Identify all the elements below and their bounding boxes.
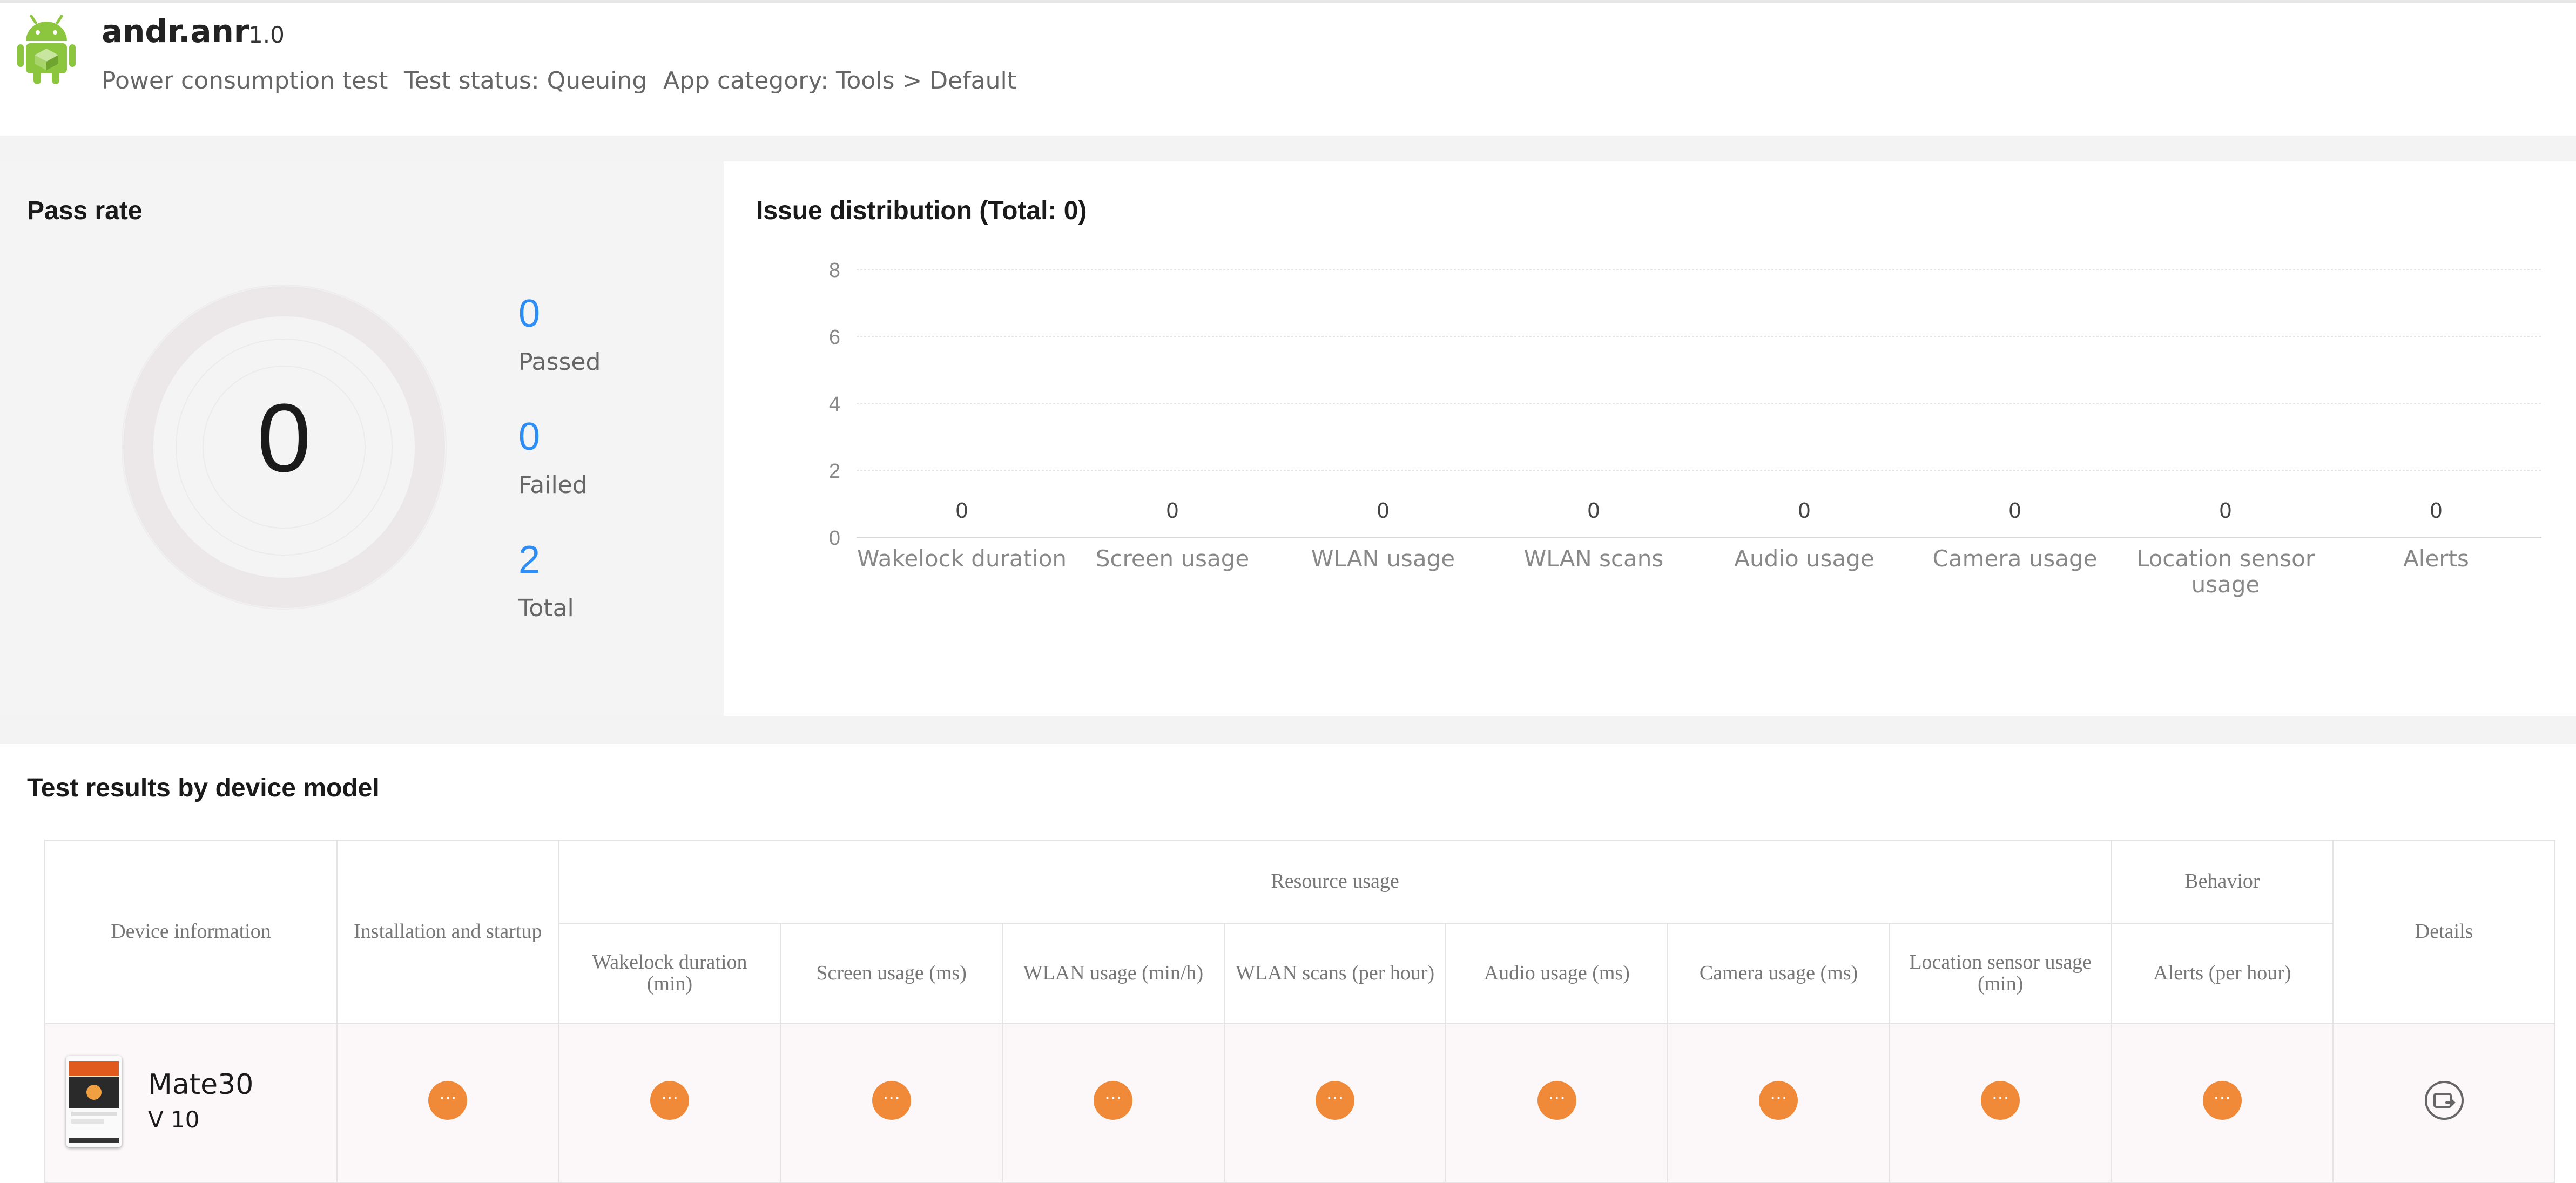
- x-tick-label: Screen usage: [1096, 545, 1249, 572]
- pending-dots-icon[interactable]: ···: [1094, 1081, 1133, 1120]
- total-count: 2: [518, 538, 541, 582]
- failed-count: 0: [518, 415, 541, 458]
- pending-dots-icon[interactable]: ···: [872, 1081, 911, 1120]
- device-version: V 10: [148, 1106, 200, 1133]
- app-header: andr.anr 1.0 Power consumption test Test…: [0, 3, 2576, 136]
- x-tick-label: WLAN scans: [1524, 545, 1664, 572]
- data-label: 0: [2008, 499, 2021, 523]
- test-type: Power consumption test: [102, 67, 388, 94]
- data-label: 0: [2430, 499, 2443, 523]
- header-resource-usage: Resource usage: [558, 840, 2112, 924]
- pending-dots-icon[interactable]: ···: [1981, 1081, 2020, 1120]
- passed-count: 0: [518, 292, 541, 335]
- header-location: Location sensor usage (min): [1889, 923, 2112, 1024]
- data-label: 0: [1377, 499, 1390, 523]
- screen-status-cell: ···: [780, 1023, 1003, 1183]
- x-tick-label: Camera usage: [1933, 545, 2098, 572]
- y-tick-label: 8: [829, 259, 840, 282]
- header-installation: Installation and startup: [336, 840, 559, 1024]
- test-status: Test status: Queuing: [404, 67, 648, 94]
- location-status-cell: ···: [1889, 1023, 2112, 1183]
- results-title: Test results by device model: [27, 774, 380, 802]
- phone-thumbnail: [66, 1056, 122, 1147]
- view-details-icon[interactable]: [2424, 1080, 2465, 1121]
- data-label: 0: [1587, 499, 1600, 523]
- y-tick-label: 6: [829, 326, 840, 349]
- pending-dots-icon[interactable]: ···: [650, 1081, 689, 1120]
- data-label: 0: [955, 499, 968, 523]
- data-label: 0: [1798, 499, 1811, 523]
- device-name: Mate30: [148, 1069, 254, 1101]
- header-camera: Camera usage (ms): [1667, 923, 1890, 1024]
- header-audio: Audio usage (ms): [1445, 923, 1669, 1024]
- pending-dots-icon[interactable]: ···: [2202, 1081, 2242, 1120]
- wlan-scans-status-cell: ···: [1223, 1023, 1447, 1183]
- section-gap: [0, 136, 2576, 161]
- installation-status-cell: ···: [336, 1023, 559, 1183]
- details-cell: [2332, 1023, 2555, 1183]
- issue-distribution-chart: 0 2 4 6 8 0 Wakelock duration 0 Screen usage 0 WLA…: [829, 259, 2541, 598]
- data-label: 0: [1166, 499, 1179, 523]
- y-tick-label: 4: [829, 393, 840, 416]
- header-wlan-usage: WLAN usage (min/h): [1002, 923, 1225, 1024]
- pass-rate-value: 0: [257, 384, 312, 492]
- header-details: Details: [2332, 840, 2555, 1024]
- x-tick-label: Wakelock duration: [857, 545, 1067, 572]
- wakelock-status-cell: ···: [558, 1023, 781, 1183]
- android-app-icon: [17, 15, 76, 84]
- pending-dots-icon[interactable]: ···: [1537, 1081, 1576, 1120]
- results-table: Device information Installation and star…: [44, 840, 2555, 1183]
- header-alerts: Alerts (per hour): [2110, 923, 2334, 1024]
- app-name: andr.anr: [102, 13, 249, 50]
- header-screen: Screen usage (ms): [780, 923, 1003, 1024]
- pending-dots-icon[interactable]: ···: [1759, 1081, 1798, 1120]
- table-row: Mate30 V 10 ··· ··· ··· ··· ··· ··· ··· …: [44, 1023, 2555, 1183]
- y-tick-label: 2: [829, 460, 840, 483]
- alerts-status-cell: ···: [2110, 1023, 2334, 1183]
- camera-status-cell: ···: [1667, 1023, 1890, 1183]
- data-label: 0: [2219, 499, 2232, 523]
- pass-rate-title: Pass rate: [27, 197, 143, 225]
- section-gap: [0, 716, 2576, 744]
- x-tick-label: WLAN usage: [1311, 545, 1455, 572]
- device-cell: Mate30 V 10: [44, 1023, 338, 1183]
- pending-dots-icon[interactable]: ···: [428, 1081, 468, 1120]
- app-version: 1.0: [248, 22, 285, 48]
- failed-label: Failed: [518, 471, 588, 499]
- header-behavior: Behavior: [2110, 840, 2334, 924]
- x-tick-label: Location sensor usage: [2136, 545, 2315, 598]
- header-device-information: Device information: [44, 840, 338, 1024]
- audio-status-cell: ···: [1445, 1023, 1669, 1183]
- total-label: Total: [518, 594, 574, 622]
- wlan-usage-status-cell: ···: [1002, 1023, 1225, 1183]
- x-tick-label: Audio usage: [1734, 545, 1874, 572]
- y-tick-label: 0: [829, 527, 840, 550]
- x-tick-label: Alerts: [2403, 545, 2469, 572]
- header-wakelock: Wakelock duration (min): [558, 923, 781, 1024]
- app-category: App category: Tools > Default: [663, 67, 1017, 94]
- passed-label: Passed: [518, 348, 601, 376]
- header-wlan-scans: WLAN scans (per hour): [1223, 923, 1447, 1024]
- pending-dots-icon[interactable]: ···: [1316, 1081, 1355, 1120]
